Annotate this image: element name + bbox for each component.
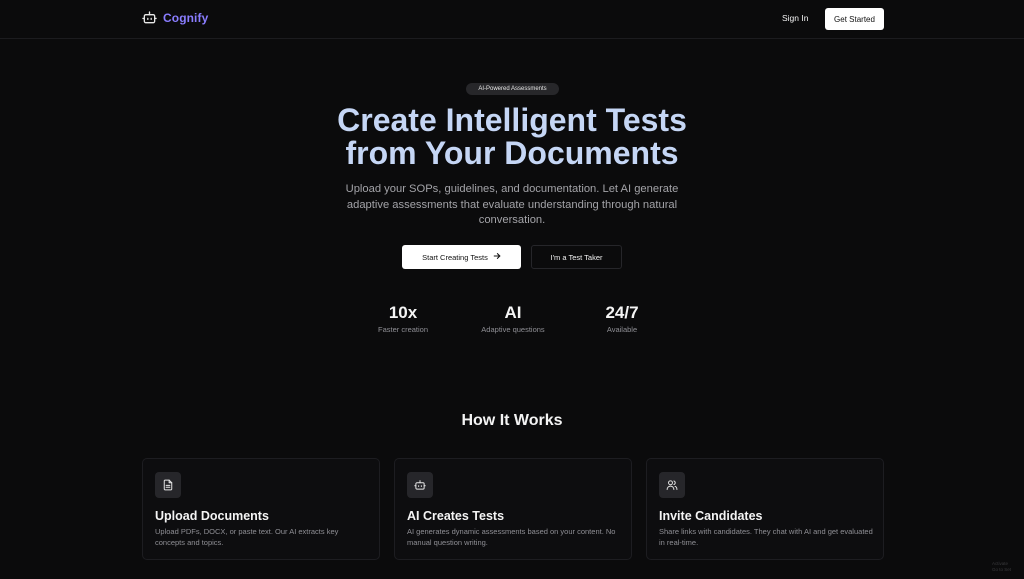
start-creating-tests-button[interactable]: Start Creating Tests (402, 245, 521, 269)
arrow-right-icon (493, 252, 501, 262)
sign-in-button[interactable]: Sign In (772, 12, 818, 24)
start-creating-tests-label: Start Creating Tests (422, 252, 488, 262)
card-title: AI Creates Tests (407, 509, 505, 523)
document-icon (155, 472, 181, 498)
hero-badge: AI-Powered Assessments (466, 83, 559, 95)
card-upload-documents: Upload Documents Upload PDFs, DOCX, or p… (142, 458, 380, 560)
hero-title: Create Intelligent Tests from Your Docum… (262, 104, 762, 170)
brand-name: Cognify (163, 10, 209, 25)
brand-logo[interactable]: Cognify (142, 10, 208, 25)
bot-icon (407, 472, 433, 498)
hero-subtitle: Upload your SOPs, guidelines, and docume… (345, 183, 679, 226)
stat-faster-creation: 10x Faster creation (348, 303, 458, 334)
card-description: Share links with candidates. They chat w… (659, 527, 873, 547)
get-started-button[interactable]: Get Started (825, 8, 884, 30)
card-description: AI generates dynamic assessments based o… (407, 527, 616, 547)
card-invite-candidates: Invite Candidates Share links with candi… (646, 458, 884, 560)
top-nav: Cognify Sign In Get Started (0, 0, 1024, 39)
hero-title-line-2: from Your Documents (345, 135, 679, 171)
stat-value: AI (504, 303, 522, 322)
card-title: Upload Documents (155, 509, 269, 523)
stat-label: Adaptive questions (481, 325, 545, 334)
test-taker-button[interactable]: I'm a Test Taker (531, 245, 622, 269)
watermark-line-2: Go to Set (992, 567, 1012, 572)
stat-label: Faster creation (377, 325, 429, 334)
how-it-works-title: How It Works (461, 412, 563, 429)
bot-icon (142, 10, 157, 25)
card-ai-creates-tests: AI Creates Tests AI generates dynamic as… (394, 458, 632, 560)
users-icon (659, 472, 685, 498)
stat-value: 10x (388, 303, 418, 322)
activation-watermark: Activate Go to Set (992, 561, 1022, 573)
card-description: Upload PDFs, DOCX, or paste text. Our AI… (155, 527, 339, 547)
hero-title-line-1: Create Intelligent Tests (337, 102, 687, 138)
card-title: Invite Candidates (659, 509, 763, 523)
stat-adaptive-questions: AI Adaptive questions (458, 303, 568, 334)
stat-available: 24/7 Available (567, 303, 677, 334)
stat-label: Available (606, 325, 638, 334)
stat-value: 24/7 (605, 303, 639, 322)
